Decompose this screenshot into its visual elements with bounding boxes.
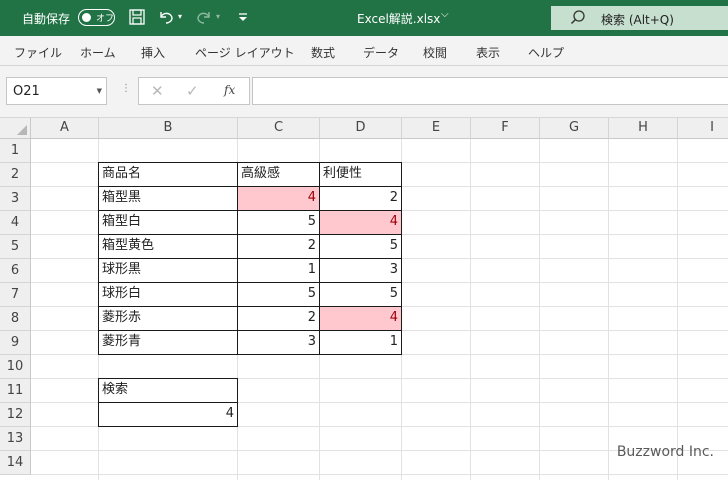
row-header-14[interactable]: 14: [0, 451, 31, 475]
cell-b3[interactable]: 箱型黒: [98, 186, 238, 211]
row-header-7[interactable]: 7: [0, 283, 31, 307]
tab-help[interactable]: ヘルプ: [528, 44, 564, 61]
tab-data[interactable]: データ: [363, 44, 399, 61]
document-title[interactable]: Excel解説.xlsx: [357, 10, 440, 27]
row-header-10[interactable]: 10: [0, 355, 31, 379]
cell-b12[interactable]: 4: [98, 402, 238, 427]
gridline: [539, 139, 540, 480]
cell-c4[interactable]: 5: [237, 210, 320, 235]
toggle-knob: [82, 13, 91, 22]
row-header-11[interactable]: 11: [0, 379, 31, 403]
enter-icon[interactable]: ✓: [186, 82, 199, 100]
cell-c2[interactable]: 高級感: [237, 162, 320, 187]
select-all-button[interactable]: [0, 118, 31, 139]
column-header-c[interactable]: C: [238, 118, 320, 139]
cancel-icon[interactable]: ✕: [151, 82, 164, 100]
worksheet-grid[interactable]: A B C D E F G H I 1 2 3 4 5 6 7 8 9 10 1…: [0, 118, 728, 480]
row-header-6[interactable]: 6: [0, 259, 31, 283]
insert-function-icon[interactable]: fx: [224, 83, 235, 97]
gridline: [677, 139, 678, 480]
cell-c6[interactable]: 1: [237, 258, 320, 283]
tab-home[interactable]: ホーム: [80, 44, 116, 61]
cell-b2[interactable]: 商品名: [98, 162, 238, 187]
gridline: [470, 139, 471, 480]
tab-insert[interactable]: 挿入: [141, 44, 165, 61]
gridline: [608, 139, 609, 480]
cell-d8[interactable]: 4: [319, 306, 402, 331]
watermark: Buzzword Inc.: [616, 444, 714, 460]
cell-d9[interactable]: 1: [319, 330, 402, 355]
column-header-e[interactable]: E: [402, 118, 471, 139]
row-header-3[interactable]: 3: [0, 187, 31, 211]
cell-c8[interactable]: 2: [237, 306, 320, 331]
toggle-label: オフ: [96, 14, 115, 24]
row-header-9[interactable]: 9: [0, 331, 31, 355]
column-header-g[interactable]: G: [540, 118, 609, 139]
formula-buttons: ✕ ✓ fx: [138, 77, 250, 105]
search-box[interactable]: 検索 (Alt+Q): [551, 6, 728, 30]
formula-bar: O21 ▼ ⋮ ✕ ✓ fx: [0, 66, 728, 118]
cell-d3[interactable]: 2: [319, 186, 402, 211]
tab-file[interactable]: ファイル: [14, 44, 62, 61]
redo-dropdown-icon[interactable]: ▾: [216, 12, 220, 21]
autosave-toggle[interactable]: オフ: [78, 9, 115, 26]
tab-review[interactable]: 校閲: [423, 44, 447, 61]
row-header-5[interactable]: 5: [0, 235, 31, 259]
autosave-label: 自動保存: [22, 12, 71, 26]
row-header-1[interactable]: 1: [0, 139, 31, 163]
cell-d6[interactable]: 3: [319, 258, 402, 283]
row-header-13[interactable]: 13: [0, 427, 31, 451]
cell-b4[interactable]: 箱型白: [98, 210, 238, 235]
cell-c9[interactable]: 3: [237, 330, 320, 355]
gridline: [31, 474, 728, 475]
name-box[interactable]: O21 ▼: [6, 77, 107, 105]
name-box-value: O21: [13, 84, 40, 99]
formula-bar-grip-icon[interactable]: ⋮: [121, 83, 131, 94]
cell-d5[interactable]: 5: [319, 234, 402, 259]
cell-b7[interactable]: 球形白: [98, 282, 238, 307]
row-header-2[interactable]: 2: [0, 163, 31, 187]
cell-b6[interactable]: 球形黒: [98, 258, 238, 283]
cell-c5[interactable]: 2: [237, 234, 320, 259]
search-icon: [569, 9, 587, 27]
save-icon[interactable]: [127, 7, 147, 27]
ribbon-tabs: ファイル ホーム 挿入 ページ レイアウト 数式 データ 校閲 表示 ヘルプ: [0, 36, 728, 66]
name-box-dropdown-icon[interactable]: ▼: [97, 87, 102, 95]
cell-d2[interactable]: 利便性: [319, 162, 402, 187]
customize-qat-icon[interactable]: [233, 7, 253, 27]
cell-d7[interactable]: 5: [319, 282, 402, 307]
title-dropdown-icon[interactable]: ⌵: [441, 9, 449, 20]
search-placeholder: 検索 (Alt+Q): [601, 13, 674, 27]
cell-d4[interactable]: 4: [319, 210, 402, 235]
column-header-a[interactable]: A: [31, 118, 99, 139]
undo-icon[interactable]: [156, 7, 176, 27]
tab-page-layout[interactable]: ページ レイアウト: [195, 44, 295, 61]
title-bar: 自動保存 オフ ▾ ▾ Excel解説.xlsx ⌵ 検索 (Alt+Q): [0, 0, 728, 36]
row-header-4[interactable]: 4: [0, 211, 31, 235]
cell-b11[interactable]: 検索: [98, 378, 238, 403]
cell-c7[interactable]: 5: [237, 282, 320, 307]
redo-icon[interactable]: [194, 7, 214, 27]
row-header-8[interactable]: 8: [0, 307, 31, 331]
column-header-i[interactable]: I: [678, 118, 728, 139]
row-header-12[interactable]: 12: [0, 403, 31, 427]
cell-b8[interactable]: 菱形赤: [98, 306, 238, 331]
cell-b5[interactable]: 箱型黄色: [98, 234, 238, 259]
cell-b9[interactable]: 菱形青: [98, 330, 238, 355]
column-header-b[interactable]: B: [99, 118, 238, 139]
cell-c3[interactable]: 4: [237, 186, 320, 211]
undo-dropdown-icon[interactable]: ▾: [178, 12, 182, 21]
tab-formulas[interactable]: 数式: [311, 44, 335, 61]
column-header-d[interactable]: D: [320, 118, 402, 139]
formula-input[interactable]: [252, 77, 728, 105]
column-header-h[interactable]: H: [609, 118, 678, 139]
column-header-f[interactable]: F: [471, 118, 540, 139]
tab-view[interactable]: 表示: [476, 44, 500, 61]
